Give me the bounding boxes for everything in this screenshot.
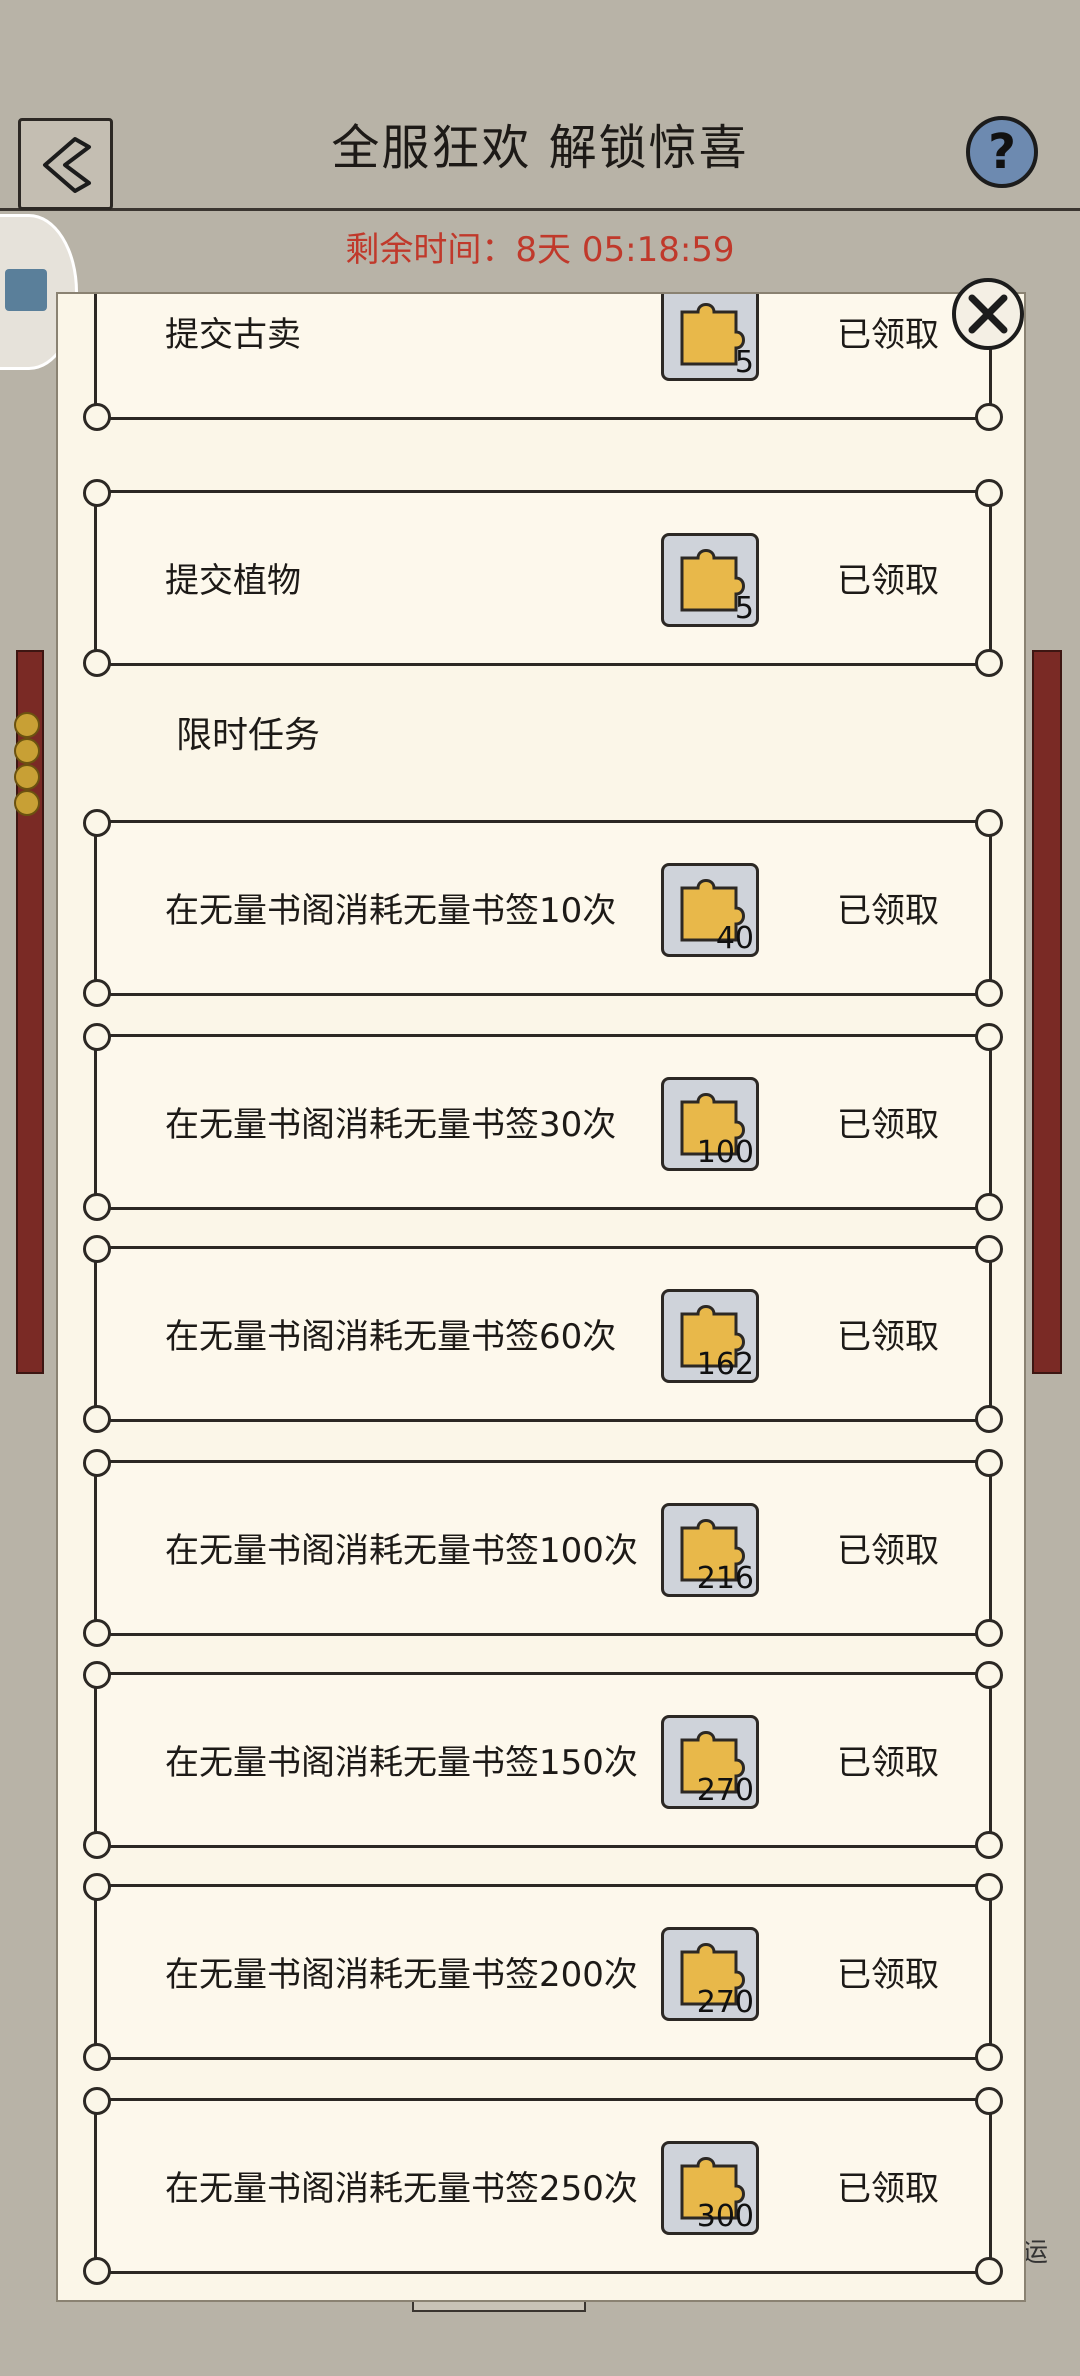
- task-label: 在无量书阁消耗无量书签100次: [165, 1531, 638, 1571]
- claimed-status: 已领取: [837, 1105, 939, 1145]
- reward-item: 162: [661, 1289, 759, 1383]
- task-label: 在无量书阁消耗无量书签30次: [165, 1105, 617, 1145]
- task-card: 在无量书阁消耗无量书签200次 270 已领取: [83, 1873, 1003, 2071]
- claimed-status: 已领取: [837, 561, 939, 601]
- task-label: 在无量书阁消耗无量书签60次: [165, 1317, 617, 1357]
- reward-count: 270: [696, 1773, 754, 1808]
- task-card: 提交植物 5 已领取: [83, 479, 1003, 677]
- task-card: 在无量书阁消耗无量书签10次 40 已领取: [83, 809, 1003, 1007]
- claimed-status: 已领取: [837, 1317, 939, 1357]
- task-card: 提交古卖 5 已领取: [83, 294, 1003, 431]
- section-title: 限时任务: [176, 715, 321, 756]
- reward-count: 5: [734, 345, 754, 380]
- task-panel[interactable]: 提交古卖 5 已领取 提交植物 5 已领取 限时任务 在无量书阁消耗无量书签10…: [56, 292, 1026, 2302]
- reward-count: 5: [734, 591, 754, 626]
- task-card: 在无量书阁消耗无量书签60次 162 已领取: [83, 1235, 1003, 1433]
- task-card: 在无量书阁消耗无量书签250次 300 已领取: [83, 2087, 1003, 2285]
- task-label: 在无量书阁消耗无量书签150次: [165, 1743, 638, 1783]
- reward-item: 5: [661, 533, 759, 627]
- task-label: 提交植物: [165, 561, 301, 601]
- reward-count: 216: [696, 1561, 754, 1596]
- task-label: 提交古卖: [165, 315, 301, 355]
- reward-item: 100: [661, 1077, 759, 1171]
- reward-count: 162: [696, 1347, 754, 1382]
- reward-item: 5: [661, 294, 759, 381]
- reward-count: 100: [696, 1135, 754, 1170]
- coin-stack-icon: [14, 712, 40, 816]
- event-icon: [5, 269, 47, 311]
- reward-item: 40: [661, 863, 759, 957]
- task-label: 在无量书阁消耗无量书签10次: [165, 891, 617, 931]
- reward-item: 216: [661, 1503, 759, 1597]
- reward-count: 270: [696, 1985, 754, 2020]
- claimed-status: 已领取: [837, 1531, 939, 1571]
- right-scroll-decoration: [1032, 650, 1062, 1374]
- countdown-timer: 剩余时间：8天 05:18:59: [345, 230, 735, 270]
- reward-count: 300: [696, 2199, 754, 2234]
- reward-item: 300: [661, 2141, 759, 2235]
- task-label: 在无量书阁消耗无量书签200次: [165, 1955, 638, 1995]
- reward-count: 40: [715, 921, 754, 956]
- task-label: 在无量书阁消耗无量书签250次: [165, 2169, 638, 2209]
- close-button[interactable]: [952, 278, 1024, 350]
- claimed-status: 已领取: [837, 891, 939, 931]
- help-button[interactable]: ?: [966, 116, 1038, 188]
- claimed-status: 已领取: [837, 1743, 939, 1783]
- task-card: 在无量书阁消耗无量书签100次 216 已领取: [83, 1449, 1003, 1647]
- page-title: 全服狂欢 解锁惊喜: [331, 120, 749, 176]
- claimed-status: 已领取: [837, 315, 939, 355]
- task-card: 在无量书阁消耗无量书签30次 100 已领取: [83, 1023, 1003, 1221]
- claimed-status: 已领取: [837, 1955, 939, 1995]
- task-card: 在无量书阁消耗无量书签150次 270 已领取: [83, 1661, 1003, 1859]
- claimed-status: 已领取: [837, 2169, 939, 2209]
- reward-item: 270: [661, 1927, 759, 2021]
- reward-item: 270: [661, 1715, 759, 1809]
- status-bar-area: [0, 0, 1080, 100]
- close-icon: [968, 294, 1008, 334]
